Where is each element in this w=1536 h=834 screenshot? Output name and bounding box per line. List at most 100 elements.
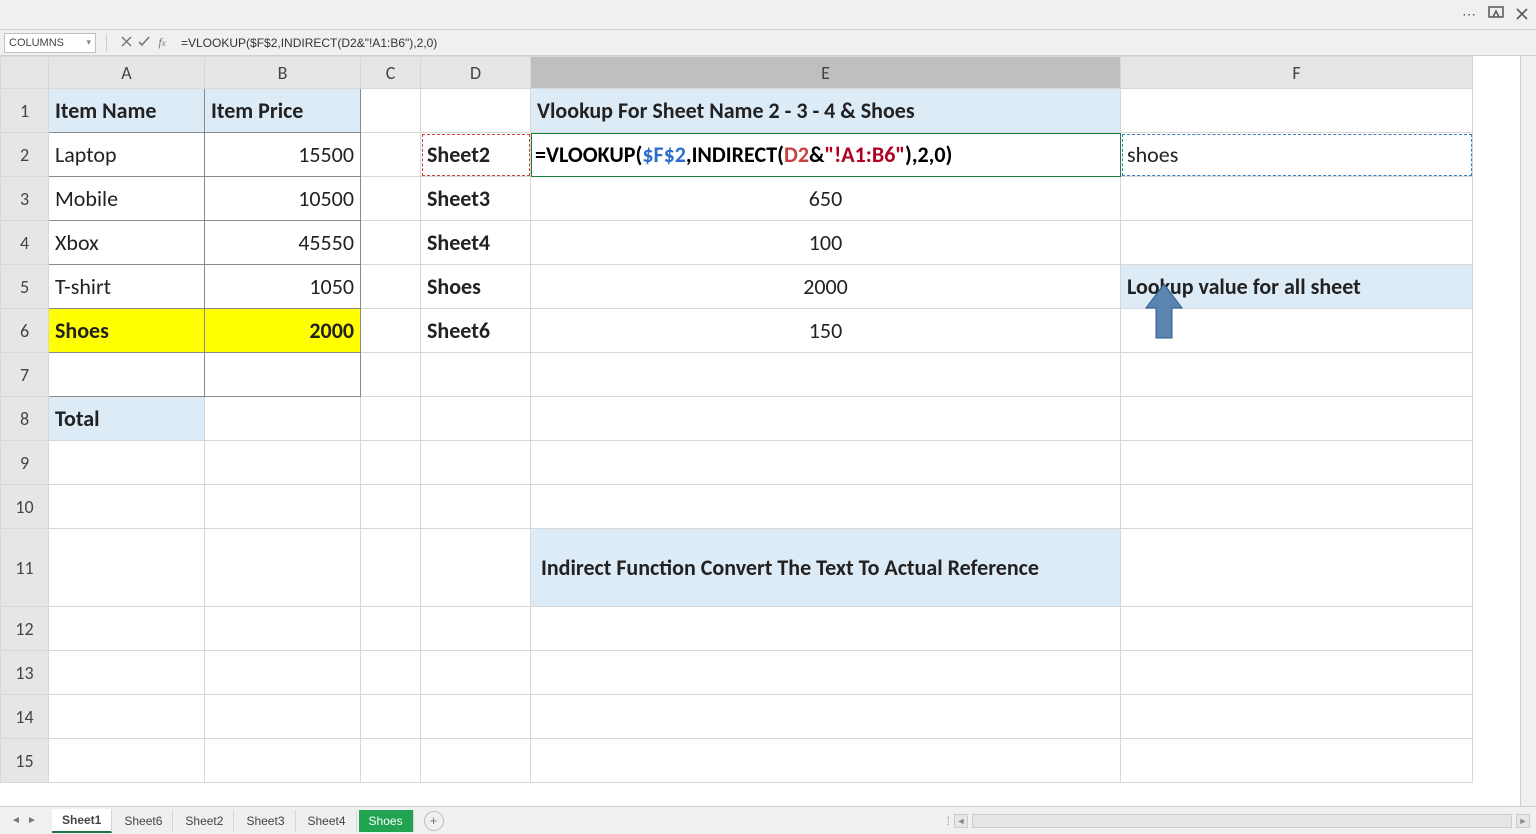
col-header-D[interactable]: D xyxy=(421,57,531,89)
cell[interactable] xyxy=(1121,221,1473,265)
col-header-B[interactable]: B xyxy=(205,57,361,89)
cell[interactable]: Sheet6 xyxy=(421,309,531,353)
scroll-left-icon[interactable]: ◄ xyxy=(954,814,968,828)
cell[interactable]: Lookup value for all sheet xyxy=(1121,265,1473,309)
cell[interactable] xyxy=(49,441,205,485)
cell[interactable] xyxy=(361,651,421,695)
cell[interactable] xyxy=(1121,89,1473,133)
cell[interactable] xyxy=(205,353,361,397)
cell[interactable] xyxy=(1121,177,1473,221)
row-header[interactable]: 14 xyxy=(1,695,49,739)
cell[interactable] xyxy=(1121,739,1473,783)
overflow-icon[interactable]: ⋯ xyxy=(1462,6,1476,23)
cell[interactable]: 100 xyxy=(531,221,1121,265)
cell[interactable] xyxy=(531,695,1121,739)
cell[interactable] xyxy=(361,89,421,133)
cancel-icon[interactable] xyxy=(117,35,135,50)
cell[interactable] xyxy=(421,353,531,397)
cell[interactable] xyxy=(1121,695,1473,739)
cell[interactable] xyxy=(1121,607,1473,651)
cell[interactable]: T-shirt xyxy=(49,265,205,309)
cell[interactable] xyxy=(361,441,421,485)
cell[interactable] xyxy=(1121,529,1473,607)
cell[interactable]: 650 xyxy=(531,177,1121,221)
name-box[interactable]: COLUMNS xyxy=(4,33,96,53)
cell[interactable] xyxy=(361,353,421,397)
col-header-F[interactable]: F xyxy=(1121,57,1473,89)
cell[interactable] xyxy=(361,485,421,529)
cell[interactable]: Item Name xyxy=(49,89,205,133)
cell[interactable] xyxy=(205,607,361,651)
cell[interactable] xyxy=(1121,353,1473,397)
fx-icon[interactable]: fx xyxy=(153,35,171,50)
cell[interactable] xyxy=(421,397,531,441)
cell[interactable]: shoes xyxy=(1121,133,1473,177)
cell[interactable] xyxy=(49,485,205,529)
cell[interactable] xyxy=(361,309,421,353)
sheet-tab[interactable]: Shoes xyxy=(359,810,414,832)
cell[interactable]: 2000 xyxy=(531,265,1121,309)
cell[interactable] xyxy=(361,607,421,651)
cell[interactable] xyxy=(531,441,1121,485)
row-header[interactable]: 7 xyxy=(1,353,49,397)
ribbon-display-icon[interactable] xyxy=(1488,6,1504,23)
horizontal-scrollbar[interactable]: ⁞ ◄ ► xyxy=(947,814,1536,828)
row-header[interactable]: 9 xyxy=(1,441,49,485)
cell[interactable]: 1050 xyxy=(205,265,361,309)
row-header[interactable]: 4 xyxy=(1,221,49,265)
cell[interactable]: 10500 xyxy=(205,177,361,221)
tab-nav-next-icon[interactable]: ► xyxy=(26,815,38,826)
cell[interactable] xyxy=(421,607,531,651)
sheet-tab[interactable]: Sheet1 xyxy=(52,809,112,833)
cell[interactable] xyxy=(1121,397,1473,441)
cell[interactable] xyxy=(205,485,361,529)
cell[interactable] xyxy=(531,739,1121,783)
cell[interactable] xyxy=(421,695,531,739)
cell[interactable]: Shoes xyxy=(49,309,205,353)
cell[interactable] xyxy=(421,441,531,485)
cell[interactable]: Xbox xyxy=(49,221,205,265)
cell[interactable]: 15500 xyxy=(205,133,361,177)
cell[interactable]: 150 xyxy=(531,309,1121,353)
cell[interactable] xyxy=(1121,651,1473,695)
cell[interactable]: Sheet3 xyxy=(421,177,531,221)
row-header[interactable]: 1 xyxy=(1,89,49,133)
cell[interactable] xyxy=(49,695,205,739)
active-cell[interactable]: =VLOOKUP( $F$2 ,INDIRECT( D2 & "!A1:B6" … xyxy=(531,133,1121,177)
scroll-track[interactable] xyxy=(972,814,1512,828)
cell[interactable] xyxy=(205,529,361,607)
cell[interactable] xyxy=(361,177,421,221)
cell[interactable] xyxy=(205,441,361,485)
cell[interactable]: Mobile xyxy=(49,177,205,221)
formula-edit-display[interactable]: =VLOOKUP( $F$2 ,INDIRECT( D2 & "!A1:B6" … xyxy=(535,133,1116,176)
cell[interactable] xyxy=(205,397,361,441)
cell[interactable]: Laptop xyxy=(49,133,205,177)
enter-icon[interactable] xyxy=(135,35,153,50)
sheet-tab[interactable]: Sheet3 xyxy=(236,810,295,832)
cell[interactable] xyxy=(421,485,531,529)
cell[interactable] xyxy=(49,529,205,607)
row-header[interactable]: 15 xyxy=(1,739,49,783)
cell[interactable] xyxy=(361,739,421,783)
new-sheet-button[interactable]: + xyxy=(424,811,444,831)
cell[interactable] xyxy=(421,529,531,607)
select-all-corner[interactable] xyxy=(1,57,49,89)
cell[interactable] xyxy=(361,529,421,607)
sheet-tab[interactable]: Sheet4 xyxy=(298,810,357,832)
cell[interactable]: 2000 xyxy=(205,309,361,353)
cell[interactable]: Total xyxy=(49,397,205,441)
worksheet-grid[interactable]: A B C D E F 1 Item Name Item Price Vlook… xyxy=(0,56,1536,806)
cell[interactable]: Shoes xyxy=(421,265,531,309)
cell[interactable] xyxy=(421,739,531,783)
row-header[interactable]: 11 xyxy=(1,529,49,607)
row-header[interactable]: 10 xyxy=(1,485,49,529)
cell[interactable] xyxy=(205,695,361,739)
close-icon[interactable] xyxy=(1516,7,1528,23)
cell[interactable] xyxy=(361,221,421,265)
cell[interactable]: Sheet2 xyxy=(421,133,531,177)
cell[interactable] xyxy=(421,651,531,695)
cell[interactable] xyxy=(1121,309,1473,353)
cell[interactable] xyxy=(205,739,361,783)
col-header-A[interactable]: A xyxy=(49,57,205,89)
cell[interactable]: Sheet4 xyxy=(421,221,531,265)
